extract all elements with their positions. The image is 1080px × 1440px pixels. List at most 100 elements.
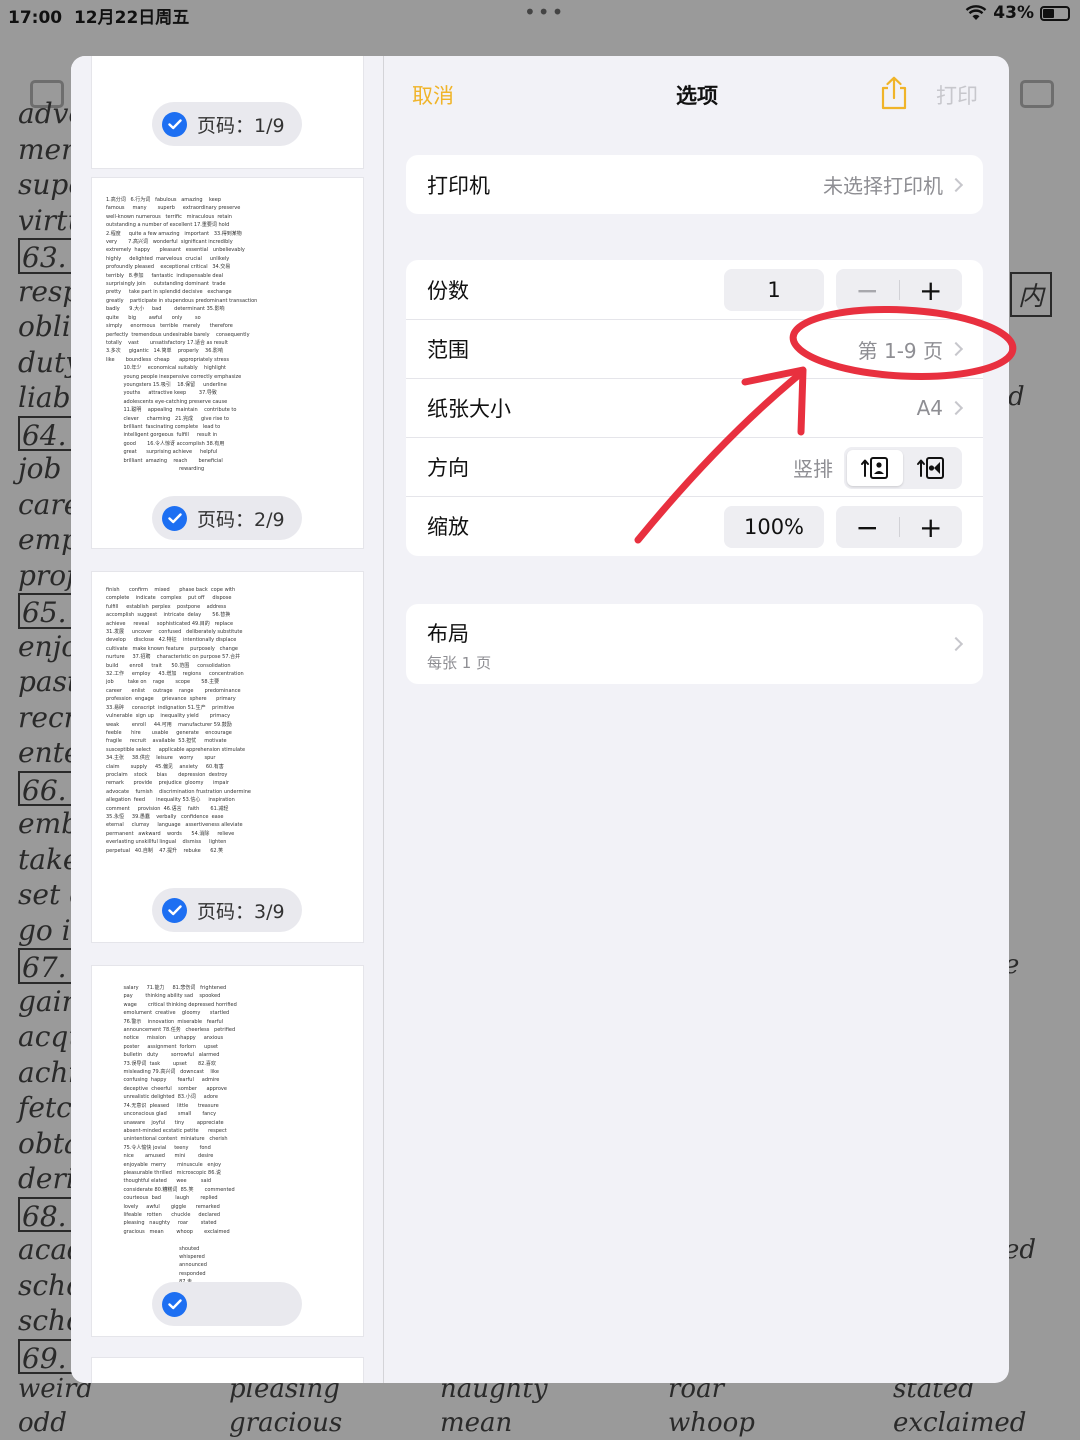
range-value: 第 1-9 页: [857, 338, 943, 363]
copies-field[interactable]: 1: [724, 269, 824, 311]
background-word: recr: [18, 700, 78, 734]
background-word: obta: [18, 1126, 81, 1160]
decrement-button[interactable]: −: [836, 506, 899, 548]
decrement-button[interactable]: −: [836, 269, 899, 311]
page-thumbnail-pane[interactable]: 页码：1/9 1.高分词 6.行为词 fabulous amazing keep…: [71, 56, 384, 1383]
increment-button[interactable]: +: [900, 269, 963, 311]
scale-stepper: − +: [836, 506, 962, 548]
print-options-sheet: 页码：1/9 1.高分词 6.行为词 fabulous amazing keep…: [71, 56, 1009, 1383]
page-thumbnail-1[interactable]: 页码：1/9: [92, 56, 363, 168]
background-word: empl: [18, 523, 88, 556]
background-word: acad: [18, 1233, 85, 1266]
page-thumbnail-3[interactable]: finish confirm mixed phase back cope wit…: [92, 572, 363, 942]
printer-value: 未选择打印机: [823, 174, 943, 198]
compose-icon: [1020, 80, 1054, 108]
background-word: odd: [18, 1408, 67, 1438]
background-word: advo: [18, 97, 86, 130]
options-pane: 取消 选项 打印 打印机 未选择打印机 份数 1 − + 范围 第 1-9 页 …: [385, 56, 1009, 1383]
page-label: 页码：3/9: [197, 900, 285, 923]
layout-row[interactable]: 布局 每张 1 页: [406, 604, 983, 684]
page-preview-text: salary 71.能力 81.悲伤词 frightened pay think…: [123, 985, 237, 1319]
printer-row[interactable]: 打印机 未选择打印机: [406, 155, 983, 214]
orientation-value: 竖排: [793, 456, 833, 481]
landscape-option[interactable]: [903, 450, 959, 486]
print-button[interactable]: 打印: [936, 80, 978, 110]
orientation-label: 方向: [427, 456, 469, 480]
printer-group: 打印机 未选择打印机: [406, 155, 983, 214]
checkmark-icon: [162, 1291, 187, 1317]
sheet-title: 选项: [676, 84, 718, 108]
scale-label: 缩放: [427, 515, 469, 539]
checkmark-icon: [162, 505, 187, 531]
settings-group: 份数 1 − + 范围 第 1-9 页 纸张大小 A4 方向 竖排 缩放 100…: [406, 260, 983, 556]
chevron-right-icon: [948, 636, 964, 652]
background-word: duty: [18, 345, 82, 379]
background-word: gain: [18, 984, 80, 1018]
status-indicators: 43%: [965, 3, 1070, 23]
page-thumbnail-5[interactable]: [92, 1358, 363, 1383]
background-word: go in: [18, 913, 89, 947]
background-word: acqu: [18, 1020, 87, 1053]
checkmark-icon: [162, 111, 187, 137]
background-word: supe: [18, 168, 85, 201]
background-word: achi: [18, 1055, 78, 1089]
page-label: 页码：2/9: [197, 508, 285, 531]
chevron-right-icon: [948, 177, 964, 192]
checkmark-icon: [162, 897, 187, 923]
orientation-segmented-control: [844, 447, 962, 489]
background-word: virtu: [18, 203, 86, 237]
paper-size-label: 纸张大小: [427, 397, 511, 421]
increment-button[interactable]: +: [900, 506, 963, 548]
background-word: pasti: [18, 665, 88, 698]
background-word: d: [1008, 382, 1025, 412]
page-badge[interactable]: 页码：1/9: [152, 102, 302, 146]
paper-size-value: A4: [916, 396, 943, 420]
chevron-right-icon: [948, 341, 964, 357]
background-word: prof: [18, 558, 77, 592]
landscape-icon: [917, 457, 944, 479]
range-row[interactable]: 范围 第 1-9 页: [406, 319, 983, 378]
status-bar: 17:00 12月22日周五 ••• 43%: [0, 0, 1080, 28]
background-word: care: [18, 487, 81, 521]
battery-percent: 43%: [993, 3, 1034, 23]
chevron-right-icon: [948, 400, 964, 416]
background-word: meri: [18, 132, 84, 166]
wifi-icon: [965, 5, 987, 20]
orientation-row: 方向 竖排: [406, 437, 983, 496]
page-badge[interactable]: [152, 1282, 302, 1326]
background-word-column: advo meri supe virtu 63. resp oblig duty liabi 64…: [18, 96, 89, 1374]
background-word: gracious: [229, 1408, 343, 1438]
background-word: set c: [18, 878, 85, 911]
copies-row: 份数 1 − +: [406, 260, 983, 319]
portrait-option[interactable]: [847, 450, 903, 486]
page-badge[interactable]: 页码：3/9: [152, 888, 302, 932]
paper-size-row[interactable]: 纸张大小 A4: [406, 378, 983, 437]
scale-field[interactable]: 100%: [724, 506, 824, 548]
layout-value: 每张 1 页: [427, 654, 492, 672]
page-label: 页码：1/9: [197, 114, 285, 137]
background-word: fetc: [18, 1091, 72, 1124]
page-thumbnail-4[interactable]: salary 71.能力 81.悲伤词 frightened pay think…: [92, 966, 363, 1336]
background-word: scho: [18, 1304, 83, 1337]
background-word: deri: [18, 1162, 75, 1195]
multitasking-dots-icon[interactable]: •••: [524, 0, 565, 24]
printer-label: 打印机: [427, 173, 490, 198]
background-word: whoop: [668, 1408, 755, 1438]
page-badge[interactable]: 页码：2/9: [152, 496, 302, 540]
background-word: 内: [1010, 272, 1053, 317]
background-word: resp: [18, 274, 81, 308]
layout-group: 布局 每张 1 页: [406, 604, 983, 684]
background-word: emb: [18, 807, 80, 840]
background-word: enjo: [18, 629, 79, 663]
scale-row: 缩放 100% − +: [406, 496, 983, 555]
copies-label: 份数: [427, 278, 469, 303]
background-word: liabi: [18, 381, 80, 414]
copies-stepper: − +: [836, 269, 962, 311]
background-word: mean: [440, 1408, 513, 1438]
battery-icon: [1040, 5, 1070, 21]
navigation-bar: 取消 选项 打印: [385, 56, 1009, 136]
page-thumbnail-2[interactable]: 1.高分词 6.行为词 fabulous amazing keep famous…: [92, 178, 363, 548]
range-label: 范围: [427, 338, 469, 362]
background-word: ente: [18, 736, 81, 769]
share-icon[interactable]: [879, 76, 909, 110]
